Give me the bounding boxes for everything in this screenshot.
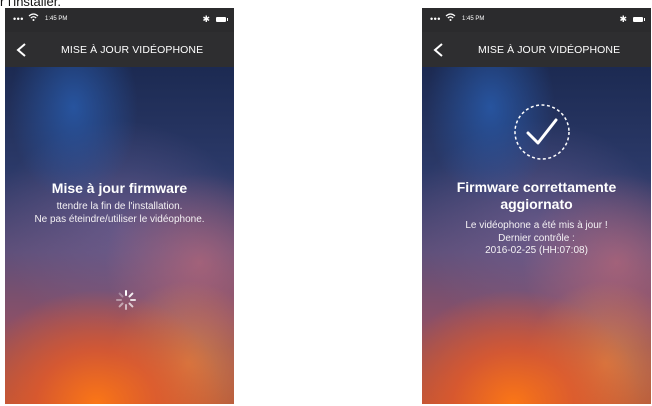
success-heading-line: aggiornato xyxy=(500,196,573,212)
nav-title: MISE À JOUR VIDÉOPHONE xyxy=(478,44,621,56)
back-chevron-icon[interactable] xyxy=(431,42,447,58)
status-time: 1:45 PM xyxy=(462,16,485,22)
battery-icon xyxy=(216,17,228,22)
bluetooth-icon: ✱ xyxy=(202,14,210,24)
phone-screen-updated: ••• 1:45 PM ✱ MISE À JOUR VIDÉOPHONE Fir… xyxy=(422,8,651,404)
back-chevron-icon[interactable] xyxy=(14,42,30,58)
status-bar: ••• 1:45 PM ✱ xyxy=(422,8,651,32)
wifi-icon xyxy=(445,13,456,21)
nav-title: MISE À JOUR VIDÉOPHONE xyxy=(61,44,204,56)
signal-dots: ••• xyxy=(430,14,441,24)
success-heading: Firmware correttamente aggiornato xyxy=(422,179,651,213)
last-check-timestamp: 2016-02-25 (HH:07:08) xyxy=(485,245,588,256)
success-line: Le vidéophone a été mis à jour ! xyxy=(465,220,608,231)
phone-screen-updating: ••• 1:45 PM ✱ MISE À JOUR VIDÉOPHONE Mis… xyxy=(5,8,234,404)
update-heading: Mise à jour firmware xyxy=(51,180,188,196)
status-bar: ••• 1:45 PM ✱ xyxy=(5,8,234,32)
success-heading-line: Firmware correttamente xyxy=(456,179,617,195)
wifi-icon xyxy=(28,13,39,21)
signal-dots: ••• xyxy=(13,14,24,24)
instruction-line: ttendre la fin de l'installation. xyxy=(56,201,183,212)
nav-bar: MISE À JOUR VIDÉOPHONE xyxy=(422,32,651,67)
nav-bar: MISE À JOUR VIDÉOPHONE xyxy=(5,32,234,67)
checkmark-circle-icon xyxy=(514,104,570,160)
bluetooth-icon: ✱ xyxy=(619,14,627,24)
update-success-message: Firmware correttamente aggiornato Le vid… xyxy=(422,179,651,258)
status-time: 1:45 PM xyxy=(45,16,68,22)
update-message: Mise à jour firmware ttendre la fin de l… xyxy=(5,180,234,226)
loading-spinner-icon xyxy=(116,290,136,310)
last-check-label: Dernier contrôle : xyxy=(498,232,575,244)
blurred-background xyxy=(5,67,234,404)
success-details: Le vidéophone a été mis à jour ! Dernier… xyxy=(422,220,651,258)
update-instructions: ttendre la fin de l'installation. Ne pas… xyxy=(5,201,234,226)
battery-icon xyxy=(633,17,645,22)
instruction-line: Ne pas éteindre/utiliser le vidéophone. xyxy=(34,213,205,225)
